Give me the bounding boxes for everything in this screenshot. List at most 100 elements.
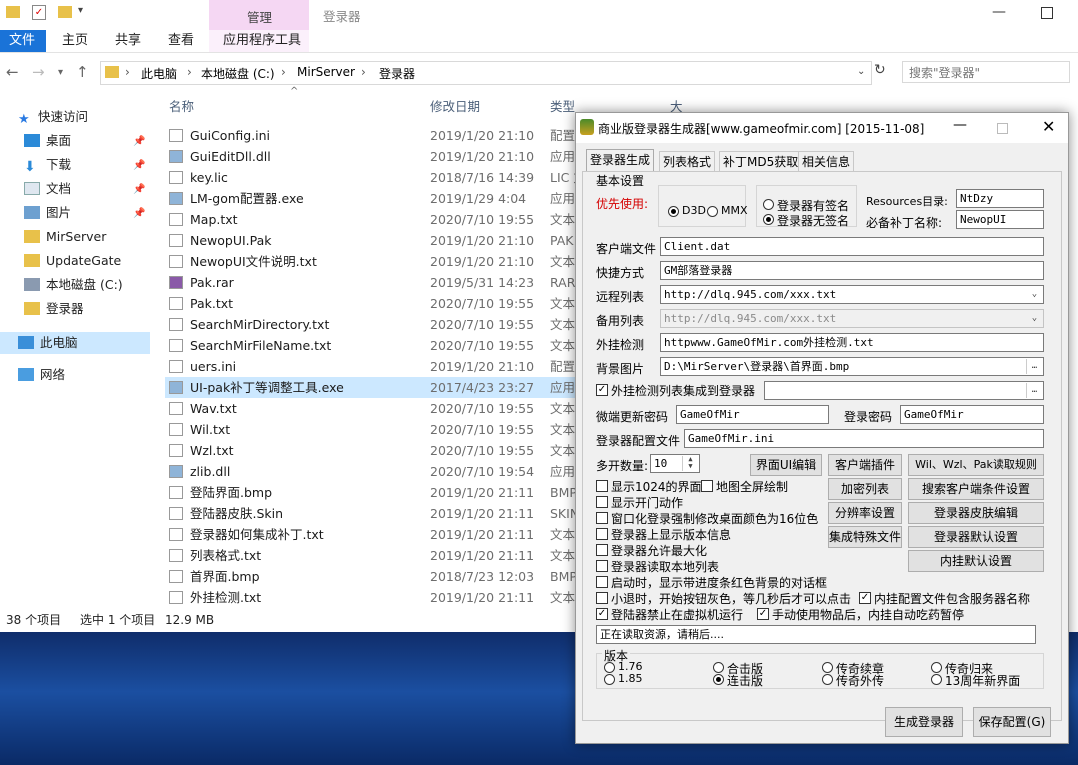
- version-176-radio[interactable]: [604, 662, 615, 673]
- login-pwd-input[interactable]: GameOfMir: [900, 405, 1044, 424]
- win16-checkbox[interactable]: [596, 512, 608, 524]
- new-folder-icon[interactable]: [58, 6, 72, 18]
- close-icon[interactable]: ✕: [1042, 117, 1055, 136]
- remote-list-select[interactable]: http://dlq.945.com/xxx.txt ⌄: [660, 285, 1044, 304]
- file-row[interactable]: Wil.txt 2020/7/10 19:55 文本: [165, 419, 595, 440]
- version-185-radio[interactable]: [604, 674, 615, 685]
- file-row[interactable]: Pak.txt 2020/7/10 19:55 文本: [165, 293, 595, 314]
- allow-max-checkbox[interactable]: [596, 544, 608, 556]
- column-name[interactable]: 名称: [169, 96, 194, 115]
- version-guilai-radio[interactable]: [931, 662, 942, 673]
- file-row[interactable]: zlib.dll 2020/7/10 19:54 应用: [165, 461, 595, 482]
- plugin-check-input[interactable]: httpwww.GameOfMir.com外挂检测.txt: [660, 333, 1044, 352]
- tab-patch-md5[interactable]: 补丁MD5获取: [719, 151, 803, 171]
- sig-no-radio[interactable]: [763, 214, 774, 225]
- multi-open-spinner[interactable]: 10 ▲ ▼: [650, 454, 700, 473]
- recent-chevron-icon[interactable]: ▾: [58, 67, 63, 78]
- hang-server-checkbox[interactable]: ✓: [859, 592, 871, 604]
- update-pwd-input[interactable]: GameOfMir: [676, 405, 829, 424]
- version-13th-radio[interactable]: [931, 674, 942, 685]
- door-anim-checkbox[interactable]: [596, 496, 608, 508]
- pin-icon[interactable]: 📌: [133, 208, 145, 219]
- file-row[interactable]: key.lic 2018/7/16 14:39 LIC 文: [165, 167, 595, 188]
- file-row[interactable]: Pak.rar 2019/5/31 14:23 RAR: [165, 272, 595, 293]
- tab-generate[interactable]: 登录器生成: [586, 149, 655, 171]
- config-file-input[interactable]: GameOfMir.ini: [684, 429, 1044, 448]
- version-heji-radio[interactable]: [713, 662, 724, 673]
- pin-icon[interactable]: 📌: [133, 136, 145, 147]
- fullscreen-checkbox[interactable]: [701, 480, 713, 492]
- auto-drug-checkbox[interactable]: ✓: [757, 608, 769, 620]
- manage-tab[interactable]: 管理: [247, 7, 272, 26]
- address-dropdown-icon[interactable]: ⌄: [857, 66, 865, 77]
- sidebar-network[interactable]: 网络: [18, 364, 65, 386]
- integrate-list-checkbox[interactable]: ✓: [596, 384, 608, 396]
- up-arrow-icon[interactable]: ↑: [76, 63, 89, 81]
- sidebar-this-pc[interactable]: 此电脑: [18, 332, 78, 354]
- tab-app-tools[interactable]: 应用程序工具: [223, 30, 301, 52]
- file-row[interactable]: SearchMirFileName.txt 2020/7/10 19:55 文本: [165, 335, 595, 356]
- resolution-button[interactable]: 分辨率设置: [828, 502, 902, 524]
- bg-image-input[interactable]: D:\MirServer\登录器\首界面.bmp…: [660, 357, 1044, 376]
- sidebar-item-desktop[interactable]: 桌面: [24, 130, 71, 152]
- integrate-file-button[interactable]: 集成特殊文件: [828, 526, 902, 548]
- pin-icon[interactable]: 📌: [133, 160, 145, 171]
- file-row[interactable]: uers.ini 2019/1/20 21:10 配置: [165, 356, 595, 377]
- refresh-icon[interactable]: ↻: [874, 62, 886, 78]
- forward-arrow-icon[interactable]: →: [32, 63, 45, 81]
- read-local-checkbox[interactable]: [596, 560, 608, 572]
- search-client-button[interactable]: 搜索客户端条件设置: [908, 478, 1044, 500]
- chevron-down-icon[interactable]: ▾: [78, 5, 83, 16]
- file-row[interactable]: GuiConfig.ini 2019/1/20 21:10 配置: [165, 125, 595, 146]
- sidebar-item-login[interactable]: 登录器: [24, 298, 84, 320]
- file-row[interactable]: GuiEditDll.dll 2019/1/20 21:10 应用: [165, 146, 595, 167]
- file-row[interactable]: UI-pak补丁等调整工具.exe 2017/4/23 23:27 应用: [165, 377, 580, 398]
- file-row[interactable]: 登录器如何集成补丁.txt 2019/1/20 21:11 文本: [165, 524, 595, 545]
- breadcrumb-current[interactable]: 登录器: [379, 65, 415, 82]
- generate-button[interactable]: 生成登录器: [885, 707, 963, 737]
- hang-default-button[interactable]: 内挂默认设置: [908, 550, 1044, 572]
- file-row[interactable]: NewopUI文件说明.txt 2019/1/20 21:10 文本: [165, 251, 595, 272]
- integrate-list-input[interactable]: …: [764, 381, 1044, 400]
- tab-list-format[interactable]: 列表格式: [659, 151, 716, 171]
- no-vm-checkbox[interactable]: ✓: [596, 608, 608, 620]
- minimize-icon[interactable]: —: [992, 4, 1006, 20]
- default-settings-button[interactable]: 登录器默认设置: [908, 526, 1044, 548]
- file-row[interactable]: LM-gom配置器.exe 2019/1/29 4:04 应用: [165, 188, 595, 209]
- ui-edit-button[interactable]: 界面UI编辑: [750, 454, 822, 476]
- sig-yes-radio[interactable]: [763, 199, 774, 210]
- spinner-arrows-icon[interactable]: ▲ ▼: [682, 456, 698, 471]
- version-lianji-radio[interactable]: [713, 674, 724, 685]
- file-row[interactable]: Map.txt 2020/7/10 19:55 文本: [165, 209, 595, 230]
- tab-file[interactable]: 文件: [9, 30, 35, 52]
- browse-icon[interactable]: …: [1026, 359, 1042, 374]
- ui1024-checkbox[interactable]: [596, 480, 608, 492]
- file-row[interactable]: 首界面.bmp 2018/7/23 12:03 BMP: [165, 566, 595, 587]
- properties-icon[interactable]: ✓: [32, 5, 46, 20]
- tab-share[interactable]: 共享: [115, 30, 141, 52]
- red-progress-checkbox[interactable]: [596, 576, 608, 588]
- mmx-radio[interactable]: [707, 206, 718, 217]
- breadcrumb-drive[interactable]: 本地磁盘 (C:): [201, 65, 275, 82]
- sidebar-item-updategate[interactable]: UpdateGate: [24, 250, 121, 272]
- version-xuzhang-radio[interactable]: [822, 662, 833, 673]
- tab-view[interactable]: 查看: [168, 30, 194, 52]
- sidebar-item-pictures[interactable]: 图片: [24, 202, 71, 224]
- column-type[interactable]: 类型: [550, 96, 575, 115]
- file-row[interactable]: NewopUI.Pak 2019/1/20 21:10 PAK: [165, 230, 595, 251]
- sidebar-quick-access[interactable]: ★ 快速访问: [18, 106, 88, 128]
- file-row[interactable]: 列表格式.txt 2019/1/20 21:11 文本: [165, 545, 595, 566]
- client-file-input[interactable]: Client.dat: [660, 237, 1044, 256]
- back-arrow-icon[interactable]: ←: [6, 63, 19, 81]
- encrypt-list-button[interactable]: 加密列表: [828, 478, 902, 500]
- breadcrumb-this-pc[interactable]: 此电脑: [141, 65, 177, 82]
- minimize-icon[interactable]: —: [953, 117, 967, 133]
- sidebar-item-downloads[interactable]: ⬇ 下载: [24, 154, 71, 176]
- browse-icon[interactable]: …: [1026, 383, 1042, 398]
- file-row[interactable]: 登陆器皮肤.Skin 2019/1/20 21:11 SKIN: [165, 503, 595, 524]
- column-date[interactable]: 修改日期: [430, 96, 480, 115]
- client-plugin-button[interactable]: 客户端插件: [828, 454, 902, 476]
- show-version-checkbox[interactable]: [596, 528, 608, 540]
- tab-related-info[interactable]: 相关信息: [798, 151, 855, 171]
- sidebar-item-drive-c[interactable]: 本地磁盘 (C:): [24, 274, 123, 296]
